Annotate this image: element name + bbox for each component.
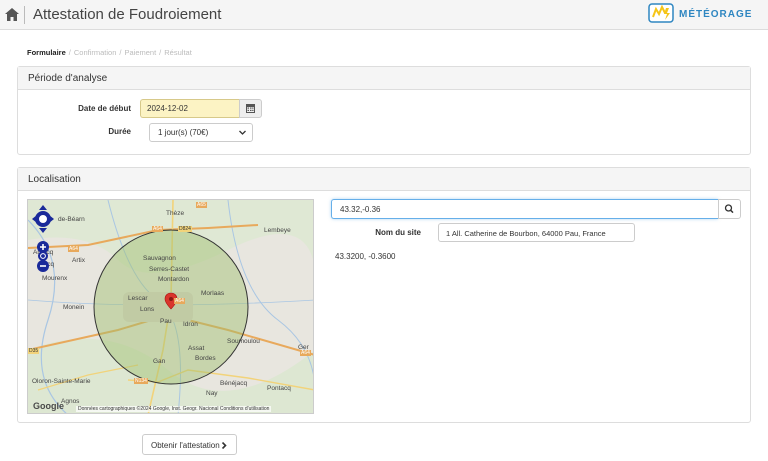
map-place: Lembeye bbox=[264, 227, 291, 234]
map-place: Artix bbox=[72, 257, 85, 264]
map-road: D824 bbox=[178, 226, 192, 232]
map-road: A64 bbox=[152, 226, 163, 232]
date-label: Date de début bbox=[78, 104, 131, 113]
map-place: Lons bbox=[140, 306, 155, 313]
map-place: Soumoulou bbox=[227, 338, 260, 345]
page-title: Attestation de Foudroiement bbox=[33, 6, 222, 23]
site-name-label: Nom du site bbox=[375, 228, 421, 237]
map-road: A64 bbox=[68, 246, 79, 252]
map-place: Serres-Castet bbox=[149, 266, 190, 273]
map-place: Lescar bbox=[128, 295, 148, 302]
map-road: A65 bbox=[196, 202, 207, 208]
search-icon bbox=[724, 204, 734, 214]
home-icon[interactable] bbox=[5, 8, 19, 21]
map-place: Mourenx bbox=[42, 275, 68, 282]
meteorage-logo-icon bbox=[648, 3, 674, 23]
map-place: Bordes bbox=[195, 355, 216, 362]
map-place: Bénéjacq bbox=[220, 380, 248, 387]
breadcrumb-step-confirmation: Confirmation bbox=[73, 48, 117, 57]
map-road: A64 bbox=[174, 298, 185, 304]
submit-label: Obtenir l'attestation bbox=[151, 441, 220, 450]
chevron-right-icon bbox=[221, 442, 227, 449]
chevron-down-icon bbox=[239, 130, 246, 135]
map-place: Morlaas bbox=[201, 290, 225, 297]
breadcrumb-step-paiement: Paiement bbox=[124, 48, 157, 57]
map-road: N134 bbox=[134, 378, 148, 384]
map-road: A64 bbox=[300, 350, 311, 356]
map-place: Gan bbox=[153, 358, 166, 365]
map-copyright[interactable]: Données cartographiques ©2024 Google, In… bbox=[76, 406, 272, 412]
breadcrumb: Formulaire / Confirmation / Paiement / Résulta… bbox=[27, 48, 192, 57]
site-name-field[interactable]: 1 All. Catherine de Bourbon, 64000 Pau, … bbox=[438, 223, 635, 242]
brand-logo: MÉTÉORAGE bbox=[648, 3, 758, 25]
map-place: Montardon bbox=[158, 276, 190, 283]
breadcrumb-step-formulaire: Formulaire bbox=[27, 48, 66, 57]
search-button[interactable] bbox=[718, 199, 741, 219]
map-road: D35 bbox=[28, 348, 40, 354]
duree-selected-value: 1 jour(s) (70€) bbox=[158, 128, 209, 137]
submit-button[interactable]: Obtenir l'attestation bbox=[142, 434, 237, 455]
map-place: Oloron-Sainte-Marie bbox=[32, 378, 91, 385]
coordinates-readout: 43.3200, -0.3600 bbox=[335, 252, 396, 261]
localisation-heading: Localisation bbox=[18, 168, 750, 191]
periode-heading: Période d'analyse bbox=[18, 67, 750, 90]
header-divider bbox=[24, 6, 25, 24]
google-logo: Google bbox=[33, 401, 64, 411]
map[interactable]: de-Béarn Thèze Lembeye Arzacq Artix Lacq… bbox=[27, 199, 314, 414]
map-place: Monein bbox=[63, 304, 85, 311]
map-place: Pontacq bbox=[267, 385, 291, 392]
breadcrumb-step-resultat: Résultat bbox=[164, 48, 192, 57]
map-place: Assat bbox=[188, 345, 205, 352]
map-place: Sauvagnon bbox=[143, 255, 176, 262]
coordinates-input[interactable]: 43.32,-0.36 bbox=[331, 199, 718, 219]
calendar-icon bbox=[246, 104, 255, 113]
top-bar: Attestation de Foudroiement MÉTÉORAGE bbox=[0, 0, 768, 30]
duree-label: Durée bbox=[108, 127, 131, 136]
map-place: de-Béarn bbox=[58, 216, 85, 223]
calendar-button[interactable] bbox=[239, 99, 262, 118]
duree-select[interactable]: 1 jour(s) (70€) bbox=[149, 123, 253, 142]
zoom-control[interactable] bbox=[35, 240, 51, 273]
brand-name: MÉTÉORAGE bbox=[679, 9, 753, 20]
date-field[interactable]: 2024-12-02 bbox=[140, 99, 239, 118]
map-place: Nay bbox=[206, 390, 218, 397]
map-place: Pau bbox=[160, 318, 172, 325]
pan-control[interactable] bbox=[32, 205, 54, 233]
map-place: Thèze bbox=[166, 210, 185, 217]
map-place: Idron bbox=[183, 321, 198, 328]
